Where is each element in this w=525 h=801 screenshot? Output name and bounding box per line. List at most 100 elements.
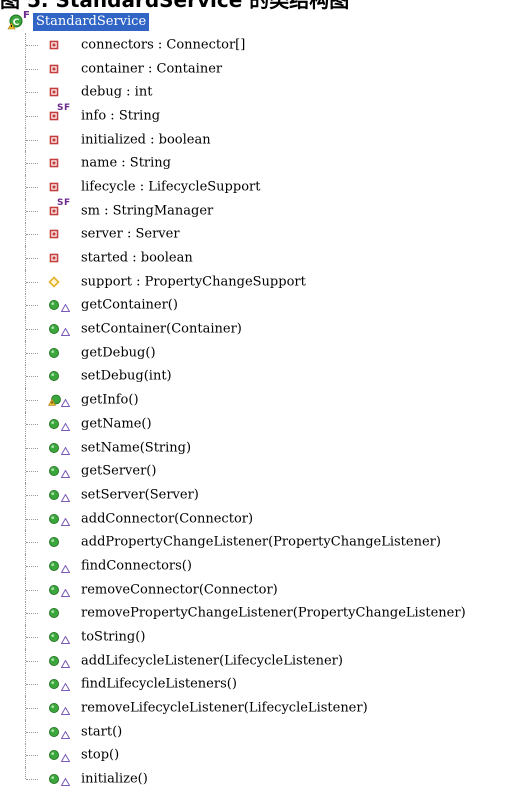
field-row[interactable]: connectors : Connector[] xyxy=(0,33,525,57)
method-label: getName() xyxy=(81,416,152,432)
tree-connector-line xyxy=(25,767,26,780)
tree-branch-line xyxy=(26,400,38,402)
public-method-icon xyxy=(48,773,60,785)
method-label: setName(String) xyxy=(81,440,192,456)
private-field-icon xyxy=(48,181,60,193)
method-row[interactable]: removeLifecycleListener(LifecycleListene… xyxy=(0,696,525,720)
method-row[interactable]: setDebug(int) xyxy=(0,364,525,389)
public-method-icon xyxy=(48,726,60,738)
method-label: setServer(Server) xyxy=(81,487,199,503)
method-row[interactable]: addConnector(Connector) xyxy=(0,506,525,531)
method-label: removeConnector(Connector) xyxy=(81,582,278,598)
method-row[interactable]: setName(String) xyxy=(0,435,525,460)
method-label: removePropertyChangeListener(PropertyCha… xyxy=(81,605,466,621)
private-field-icon xyxy=(48,134,60,146)
method-row[interactable]: addLifecycleListener(LifecycleListener) xyxy=(0,648,525,673)
static-final-badge: SF xyxy=(57,197,71,208)
field-label: started : boolean xyxy=(81,250,193,266)
method-row[interactable]: getDebug() xyxy=(0,340,525,365)
public-method-icon xyxy=(48,418,60,430)
tree-branch-line xyxy=(26,565,38,567)
method-row[interactable]: getContainer() xyxy=(0,293,525,318)
private-field-icon xyxy=(48,228,60,240)
tree-branch-line xyxy=(26,613,38,615)
tree-branch-line xyxy=(26,542,38,544)
method-row[interactable]: stop() xyxy=(0,743,525,768)
outline-tree: C F StandardService connectors : Connect… xyxy=(0,10,525,791)
method-label: getDebug() xyxy=(81,345,156,361)
class-icon: C xyxy=(7,14,23,30)
tree-branch-line xyxy=(26,163,38,165)
method-label: getInfo() xyxy=(81,392,139,408)
field-row[interactable]: started : boolean xyxy=(0,246,525,270)
tree-branch-line xyxy=(26,92,38,94)
implements-triangle-icon xyxy=(60,775,71,787)
private-field-icon xyxy=(48,39,60,51)
method-row[interactable]: getServer() xyxy=(0,459,525,484)
tree-branch-line xyxy=(26,518,38,520)
implements-triangle-icon xyxy=(60,420,71,431)
tree-branch-line xyxy=(26,376,38,378)
tree-branch-line xyxy=(26,210,38,212)
field-row[interactable]: SF info : String xyxy=(0,103,525,128)
public-method-icon xyxy=(48,442,60,454)
tree-branch-line xyxy=(26,637,38,639)
method-row[interactable]: initialize() xyxy=(0,767,525,791)
method-row[interactable]: setServer(Server) xyxy=(0,483,525,507)
field-row[interactable]: initialized : boolean xyxy=(0,127,525,152)
method-row[interactable]: getName() xyxy=(0,412,525,436)
implements-triangle-icon xyxy=(60,751,71,763)
implements-triangle-icon xyxy=(60,704,71,716)
field-label: name : String xyxy=(81,155,171,171)
protected-field-icon xyxy=(48,276,60,288)
field-label: sm : StringManager xyxy=(81,203,214,219)
method-row[interactable]: findConnectors() xyxy=(0,554,525,578)
method-row[interactable]: addPropertyChangeListener(PropertyChange… xyxy=(0,530,525,555)
method-row[interactable]: getInfo() xyxy=(0,388,525,412)
field-label: connectors : Connector[] xyxy=(81,37,246,53)
public-method-icon xyxy=(48,536,60,548)
implements-triangle-icon xyxy=(60,325,71,337)
method-row[interactable]: start() xyxy=(0,719,525,744)
field-row[interactable]: SF sm : StringManager xyxy=(0,197,525,223)
field-row[interactable]: server : Server xyxy=(0,222,525,247)
method-row[interactable]: setContainer(Container) xyxy=(0,317,525,341)
private-field-icon xyxy=(48,86,60,98)
tree-branch-line xyxy=(26,258,38,260)
tree-branch-line xyxy=(26,708,38,710)
field-row[interactable]: debug : int xyxy=(0,80,525,105)
field-row[interactable]: name : String xyxy=(0,151,525,176)
public-method-icon xyxy=(48,560,60,572)
field-label: support : PropertyChangeSupport xyxy=(81,274,306,290)
method-row[interactable]: findLifecycleListeners() xyxy=(0,672,525,697)
tree-branch-line xyxy=(26,305,38,307)
field-row[interactable]: container : Container xyxy=(0,56,525,81)
public-method-icon xyxy=(48,370,60,382)
method-label: setDebug(int) xyxy=(81,368,172,384)
private-field-icon xyxy=(48,63,60,75)
tree-branch-line xyxy=(26,281,38,283)
method-label: removeLifecycleListener(LifecycleListene… xyxy=(81,700,368,716)
tree-branch-line xyxy=(26,234,38,236)
method-row[interactable]: removeConnector(Connector) xyxy=(0,577,525,602)
method-label: initialize() xyxy=(81,771,148,787)
tree-branch-line xyxy=(26,329,38,331)
method-label: toString() xyxy=(81,629,146,645)
tree-branch-line xyxy=(26,494,38,496)
tree-root-class[interactable]: C F StandardService xyxy=(0,10,525,33)
tree-branch-line xyxy=(26,471,38,473)
implements-triangle-icon xyxy=(60,396,71,408)
field-row[interactable]: support : PropertyChangeSupport xyxy=(0,269,525,294)
root-class-label[interactable]: StandardService xyxy=(33,13,150,31)
private-field-icon xyxy=(48,252,60,264)
field-row[interactable]: lifecycle : LifecycleSupport xyxy=(0,175,525,199)
method-row[interactable]: removePropertyChangeListener(PropertyCha… xyxy=(0,601,525,626)
field-label: info : String xyxy=(81,108,161,124)
implements-triangle-icon xyxy=(60,301,71,313)
public-method-icon xyxy=(48,489,60,501)
method-row[interactable]: toString() xyxy=(0,625,525,649)
public-method-icon xyxy=(48,299,60,311)
implements-triangle-icon xyxy=(60,467,71,479)
implements-triangle-icon xyxy=(60,680,71,692)
public-method-icon xyxy=(48,678,60,690)
